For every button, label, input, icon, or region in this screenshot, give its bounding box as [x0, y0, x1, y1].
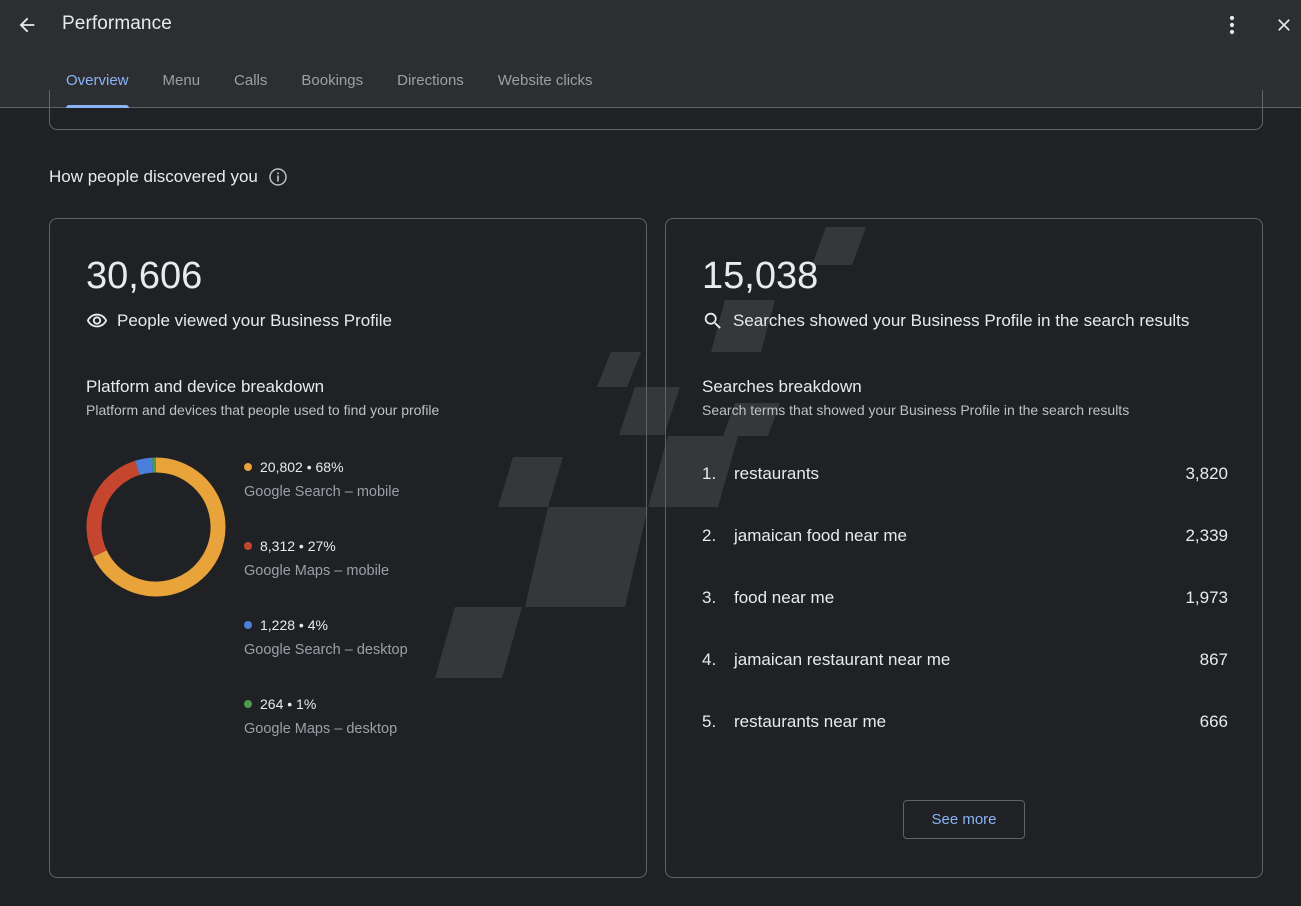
legend-dot	[244, 463, 252, 471]
more-options-button[interactable]	[1219, 10, 1245, 40]
search-count: 867	[1199, 650, 1228, 669]
section-title: How people discovered you	[49, 167, 258, 186]
see-more-button[interactable]: See more	[903, 800, 1025, 839]
views-total: 30,606	[86, 255, 203, 297]
legend-item: 20,802 • 68% Google Search – mobile	[244, 459, 408, 538]
breakdown-title: Platform and device breakdown	[86, 377, 325, 396]
search-rank: 1.	[702, 464, 717, 483]
search-count: 1,973	[1185, 588, 1228, 607]
info-icon[interactable]	[268, 167, 288, 187]
legend-label: Google Maps – desktop	[244, 721, 398, 737]
legend-dot	[244, 700, 252, 708]
arrow-back-icon	[19, 17, 35, 33]
legend-value: 20,802 • 68%	[260, 459, 344, 475]
close-icon	[1278, 19, 1290, 31]
search-term: jamaican restaurant near me	[734, 650, 951, 669]
legend-item: 8,312 • 27% Google Maps – mobile	[244, 538, 408, 617]
search-term-row: 5. restaurants near me 666	[702, 712, 1228, 774]
views-label-row: People viewed your Business Profile	[86, 310, 392, 332]
search-count: 666	[1199, 712, 1228, 731]
section-heading: How people discovered you	[49, 167, 288, 187]
searches-breakdown-title: Searches breakdown	[702, 377, 862, 396]
legend-value: 8,312 • 27%	[260, 538, 336, 554]
legend-label: Google Maps – mobile	[244, 563, 390, 579]
search-term: restaurants	[734, 464, 820, 483]
search-rank: 5.	[702, 712, 717, 731]
legend-item: 1,228 • 4% Google Search – desktop	[244, 617, 408, 696]
breakdown-description: Platform and devices that people used to…	[86, 402, 440, 418]
views-label: People viewed your Business Profile	[117, 311, 392, 330]
searches-breakdown-description: Search terms that showed your Business P…	[702, 402, 1130, 418]
searches-label-row: Searches showed your Business Profile in…	[702, 310, 1189, 332]
platform-legend: 20,802 • 68% Google Search – mobile 8,31…	[244, 459, 408, 775]
legend-value: 264 • 1%	[260, 696, 317, 712]
back-button[interactable]	[12, 10, 42, 40]
search-term: jamaican food near me	[734, 526, 907, 545]
search-term: food near me	[734, 588, 835, 607]
search-icon	[704, 312, 721, 329]
page-title: Performance	[62, 13, 172, 34]
search-count: 3,820	[1185, 464, 1228, 483]
legend-value: 1,228 • 4%	[260, 617, 328, 633]
platform-donut-chart	[86, 457, 226, 597]
search-rank: 4.	[702, 650, 717, 669]
legend-item: 264 • 1% Google Maps – desktop	[244, 696, 408, 775]
donut-segment	[135, 457, 154, 476]
search-term-row: 3. food near me 1,973	[702, 588, 1228, 650]
profile-views-card: 30,606 People viewed your Business Profi…	[49, 218, 647, 878]
search-term-row: 4. jamaican restaurant near me 867	[702, 650, 1228, 712]
legend-label: Google Search – mobile	[244, 484, 400, 500]
close-button[interactable]	[1270, 10, 1298, 40]
searches-card: 15,038 Searches showed your Business Pro…	[665, 218, 1263, 878]
legend-dot	[244, 542, 252, 550]
search-rank: 2.	[702, 526, 717, 545]
search-term-row: 1. restaurants 3,820	[702, 464, 1228, 526]
eye-icon	[86, 313, 108, 328]
search-term-row: 2. jamaican food near me 2,339	[702, 526, 1228, 588]
search-rank: 3.	[702, 588, 717, 607]
searches-total: 15,038	[702, 255, 819, 297]
previous-card-edge	[49, 90, 1263, 130]
legend-dot	[244, 621, 252, 629]
more-vert-icon	[1229, 15, 1235, 35]
search-terms-list: 1. restaurants 3,820 2. jamaican food ne…	[702, 464, 1228, 774]
search-term: restaurants near me	[734, 712, 887, 731]
searches-label: Searches showed your Business Profile in…	[733, 311, 1190, 330]
search-count: 2,339	[1185, 526, 1228, 545]
donut-segment	[86, 460, 140, 557]
legend-label: Google Search – desktop	[244, 642, 408, 658]
